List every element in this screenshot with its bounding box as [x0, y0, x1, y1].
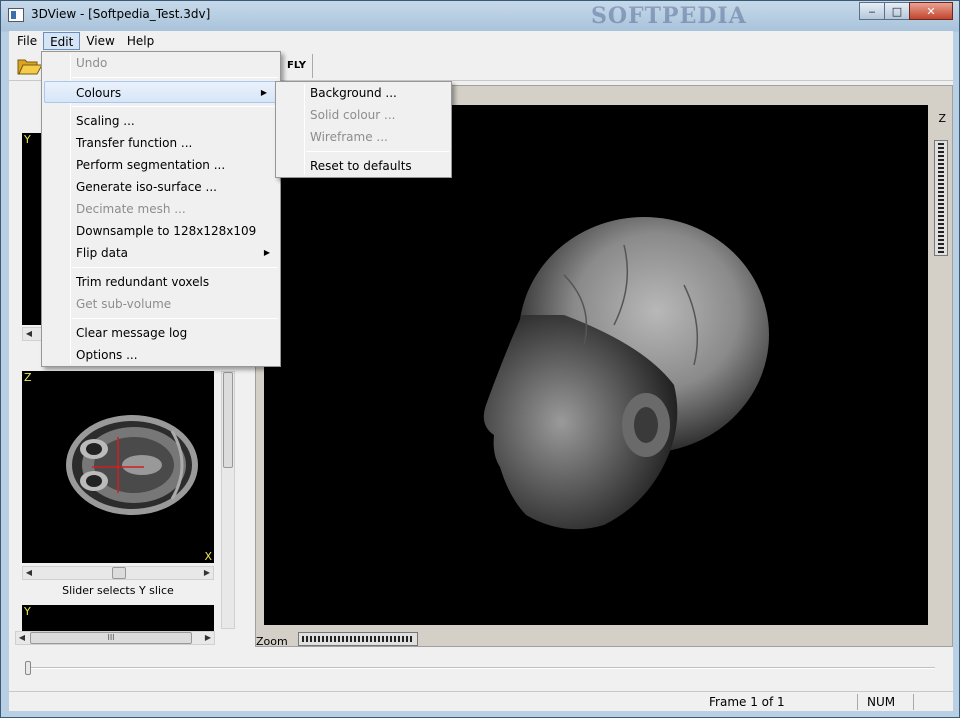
scroll-left-icon[interactable]: ◀ [23, 328, 35, 340]
menu-item-label: Undo [76, 56, 108, 70]
slider-caption: Slider selects Y slice [62, 584, 174, 597]
status-frame: Frame 1 of 1 [709, 695, 785, 709]
panel-hscrollbar[interactable]: ◀ III ▶ [15, 631, 215, 645]
edit-menu-item-flip-data[interactable]: Flip data ▶ [42, 242, 280, 264]
menu-separator [72, 267, 278, 268]
z-rotation-slider[interactable] [934, 140, 948, 256]
menu-item-label: Trim redundant voxels [76, 275, 210, 289]
submenu-arrow-icon: ▶ [263, 248, 270, 257]
menu-item-label: Solid colour ... [310, 108, 396, 122]
edit-menu-item-clear-message-log[interactable]: Clear message log [42, 322, 280, 344]
head-render-image [483, 217, 769, 530]
menu-view[interactable]: View [80, 32, 120, 50]
menu-item-label: Clear message log [76, 326, 188, 340]
scroll-left-icon[interactable]: ◀ [23, 567, 35, 579]
menu-item-label: Get sub-volume [76, 297, 172, 311]
slice-view-axial[interactable]: Z X [22, 371, 214, 563]
scroll-right-icon[interactable]: ▶ [201, 567, 213, 579]
axis-label: Y [24, 133, 31, 146]
frame-slider-knob[interactable] [25, 661, 31, 675]
menu-item-label: Colours [76, 86, 122, 100]
menu-item-label: Scaling ... [76, 114, 135, 128]
z-axis-label: Z [938, 112, 946, 125]
y-slice-slider[interactable]: ◀ ▶ [22, 566, 214, 580]
menu-file[interactable]: File [11, 32, 43, 50]
minimize-button[interactable]: ‒ [859, 2, 885, 20]
menu-item-label: Downsample to 128x128x109 [76, 224, 257, 238]
window-title: 3DView - [Softpedia_Test.3dv] [31, 7, 211, 21]
render-view[interactable] [264, 105, 928, 625]
menu-help[interactable]: Help [121, 32, 160, 50]
zoom-slider[interactable] [298, 632, 418, 646]
maximize-button[interactable]: □ [884, 2, 910, 20]
edit-menu: Undo Colours ▶ Scaling ... Transfer function… [41, 51, 281, 367]
edit-menu-item-trim-redundant-voxels[interactable]: Trim redundant voxels [42, 271, 280, 293]
colours-item-background[interactable]: Background ... [276, 82, 451, 104]
menu-item-label: Transfer function ... [76, 136, 193, 150]
y-slice-slider-thumb[interactable] [112, 567, 126, 579]
scroll-right-icon[interactable]: ▶ [202, 632, 214, 644]
submenu-arrow-icon: ▶ [260, 88, 267, 97]
menu-item-label: Generate iso-surface ... [76, 180, 217, 194]
frame-slider[interactable] [19, 661, 935, 675]
colours-item-solid-colour: Solid colour ... [276, 104, 451, 126]
menu-item-label: Options ... [76, 348, 138, 362]
edit-menu-item-transfer-function[interactable]: Transfer function ... [42, 132, 280, 154]
edit-menu-item-options[interactable]: Options ... [42, 344, 280, 366]
title-bar[interactable]: 3DView - [Softpedia_Test.3dv] SOFTPEDIA … [1, 1, 959, 31]
panel-hscroll-thumb[interactable]: III [30, 632, 192, 644]
menu-edit[interactable]: Edit [43, 32, 81, 50]
menu-item-label: Wireframe ... [310, 130, 388, 144]
app-icon [8, 8, 24, 22]
panel-vscrollbar[interactable] [221, 371, 235, 629]
status-num: NUM [867, 695, 896, 709]
folder-open-icon[interactable] [17, 57, 43, 75]
edit-menu-item-scaling[interactable]: Scaling ... [42, 110, 280, 132]
menu-separator [72, 106, 278, 107]
edit-menu-item-get-sub-volume: Get sub-volume [42, 293, 280, 315]
menu-bar: File Edit View Help [9, 31, 953, 51]
status-bar: Frame 1 of 1 NUM [9, 691, 953, 711]
zoom-label: Zoom [256, 635, 288, 648]
menu-separator [72, 318, 278, 319]
colours-item-wireframe: Wireframe ... [276, 126, 451, 148]
menu-separator [72, 77, 278, 78]
scroll-left-icon[interactable]: ◀ [16, 632, 28, 644]
edit-menu-item-perform-segmentation[interactable]: Perform segmentation ... [42, 154, 280, 176]
menu-item-label: Flip data [76, 246, 129, 260]
edit-menu-item-generate-iso-surface[interactable]: Generate iso-surface ... [42, 176, 280, 198]
slice-view-bottom[interactable]: Y [22, 605, 214, 631]
menu-item-label: Background ... [310, 86, 397, 100]
fly-button[interactable]: FLY [281, 54, 313, 78]
colours-item-reset-to-defaults[interactable]: Reset to defaults [276, 155, 451, 177]
menu-item-label: Reset to defaults [310, 159, 412, 173]
edit-menu-item-undo: Undo [42, 52, 280, 74]
panel-vscroll-thumb[interactable] [223, 372, 233, 468]
menu-separator [306, 151, 449, 152]
edit-menu-item-decimate-mesh: Decimate mesh ... [42, 198, 280, 220]
edit-menu-item-downsample-to-128x128x109[interactable]: Downsample to 128x128x109 [42, 220, 280, 242]
colours-submenu: Background ... Solid colour ... Wireframe … [275, 81, 452, 178]
menu-item-label: Perform segmentation ... [76, 158, 226, 172]
axis-label-y: Y [24, 605, 31, 618]
edit-menu-item-colours[interactable]: Colours ▶ [44, 81, 278, 103]
close-button[interactable]: ✕ [909, 2, 953, 20]
app-window: 3DView - [Softpedia_Test.3dv] SOFTPEDIA … [0, 0, 960, 718]
menu-item-label: Decimate mesh ... [76, 202, 186, 216]
crosshair-icon [92, 437, 144, 493]
watermark: SOFTPEDIA [591, 3, 747, 29]
